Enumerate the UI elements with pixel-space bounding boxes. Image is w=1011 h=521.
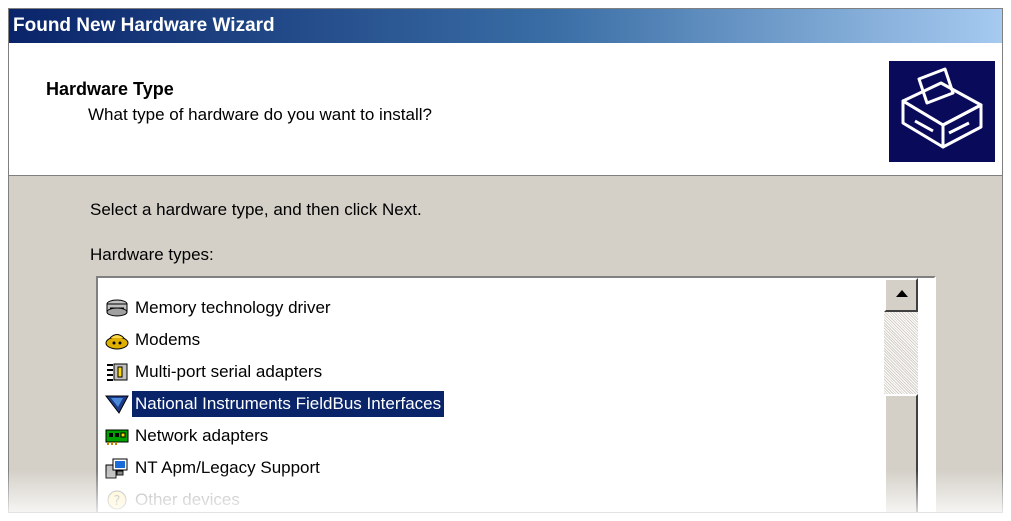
list-item-multi-port-serial-adapters[interactable]: Multi-port serial adapters [105, 356, 325, 386]
serial-adapter-icon [105, 361, 129, 383]
scroll-up-button[interactable] [884, 278, 918, 312]
network-adapter-icon [105, 425, 129, 447]
modem-icon [105, 329, 129, 351]
hardware-types-list[interactable]: Memory technology driver Modems Multi-po… [96, 276, 936, 512]
list-item-label: Memory technology driver [135, 297, 331, 317]
arrow-up-icon [896, 290, 908, 297]
list-item-label: NT Apm/Legacy Support [135, 457, 320, 477]
list-viewport: Memory technology driver Modems Multi-po… [98, 278, 884, 512]
list-item-network-adapters[interactable]: Network adapters [105, 420, 271, 450]
list-item-memory-technology-driver[interactable]: Memory technology driver [105, 292, 334, 322]
wizard-window: Found New Hardware Wizard Hardware Type … [8, 8, 1003, 513]
list-item-label: National Instruments FieldBus Interfaces [132, 390, 445, 417]
legacy-support-icon [105, 457, 129, 479]
svg-text:?: ? [114, 494, 121, 509]
list-item-label: Other devices [135, 489, 240, 509]
list-item-label: Network adapters [135, 425, 269, 445]
list-item-modems[interactable]: Modems [105, 324, 203, 354]
wizard-header: Hardware Type What type of hardware do y… [9, 43, 1002, 176]
title-bar[interactable]: Found New Hardware Wizard [9, 9, 1002, 43]
scroll-thumb[interactable] [884, 394, 918, 512]
other-devices-icon: ? [105, 489, 129, 511]
instruction-text: Select a hardware type, and then click N… [90, 200, 422, 219]
list-item-national-instruments-fieldbus[interactable]: National Instruments FieldBus Interfaces [104, 388, 445, 418]
list-item-other-devices[interactable]: ? Other devices [105, 484, 243, 512]
list-item-label: Multi-port serial adapters [135, 361, 323, 381]
ni-fieldbus-icon [104, 393, 129, 415]
list-item-label: Modems [135, 329, 201, 349]
list-item-nt-apm-legacy-support[interactable]: NT Apm/Legacy Support [105, 452, 323, 482]
page-title: Hardware Type [46, 79, 174, 99]
vertical-scrollbar[interactable] [884, 278, 918, 512]
hardware-types-label: Hardware types: [90, 245, 214, 264]
hardware-wizard-icon [889, 61, 995, 162]
page-subtitle: What type of hardware do you want to ins… [88, 105, 432, 124]
memory-driver-icon [105, 297, 129, 319]
